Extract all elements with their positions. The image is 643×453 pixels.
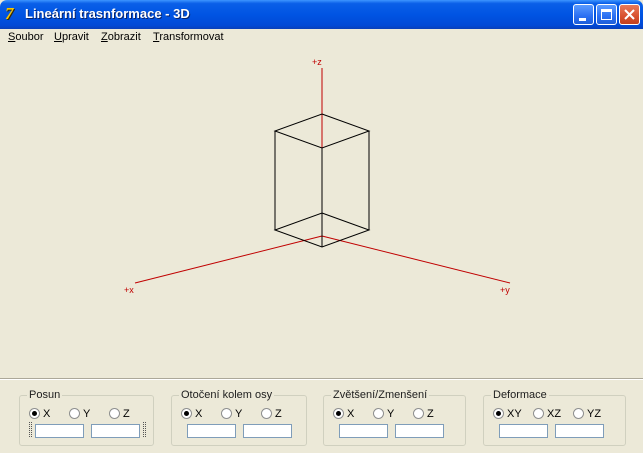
zvetseni-field-1[interactable] bbox=[339, 424, 388, 438]
y-axis bbox=[321, 235, 511, 284]
radio-label: Z bbox=[123, 408, 130, 420]
radio-dot bbox=[333, 408, 344, 419]
radio-dot bbox=[261, 408, 272, 419]
otoceni-input-2[interactable] bbox=[244, 425, 291, 438]
group-deformace-title: Deformace bbox=[491, 388, 549, 402]
radio-dot bbox=[69, 408, 80, 419]
focus-mark-right bbox=[143, 422, 146, 437]
menu-soubor[interactable]: Soubor bbox=[8, 30, 43, 44]
deformace-field-1[interactable] bbox=[499, 424, 548, 438]
menu-soubor-rest: oubor bbox=[15, 31, 44, 43]
group-posun-title: Posun bbox=[27, 388, 63, 402]
radio-label: Y bbox=[387, 408, 395, 420]
deformace-input-2[interactable] bbox=[556, 425, 603, 438]
radio-label: Z bbox=[275, 408, 282, 420]
close-button[interactable] bbox=[619, 4, 640, 25]
group-otoceni-title: Otočení kolem osy bbox=[179, 388, 275, 402]
minimize-icon bbox=[579, 18, 586, 21]
radio-label: YZ bbox=[587, 408, 602, 420]
menu-transformovat-rest: ransformovat bbox=[159, 31, 224, 43]
app-logo-icon[interactable]: 7 bbox=[5, 5, 22, 23]
zvetseni-field-2[interactable] bbox=[395, 424, 444, 438]
maximize-icon bbox=[601, 9, 612, 20]
menu-upravit[interactable]: Upravit bbox=[54, 30, 89, 44]
radio-label: Y bbox=[235, 408, 243, 420]
x-axis bbox=[134, 235, 323, 284]
panel-divider bbox=[0, 378, 643, 380]
radio-label: Y bbox=[83, 408, 91, 420]
otoceni-field-2[interactable] bbox=[243, 424, 292, 438]
radio-label: Z bbox=[427, 408, 434, 420]
menu-transformovat[interactable]: Transformovat bbox=[153, 30, 224, 44]
radio-label: X bbox=[43, 408, 51, 420]
drawing-canvas[interactable]: +z +x +y bbox=[0, 46, 643, 376]
radio-dot bbox=[413, 408, 424, 419]
radio-dot bbox=[573, 408, 584, 419]
radio-dot bbox=[181, 408, 192, 419]
posun-field-2[interactable] bbox=[91, 424, 140, 438]
deformace-field-2[interactable] bbox=[555, 424, 604, 438]
menu-zobrazit-accelerator: Z bbox=[101, 31, 108, 43]
group-otoceni: Otočení kolem osy X Y Z bbox=[171, 388, 307, 446]
maximize-button[interactable] bbox=[596, 4, 617, 25]
radio-dot bbox=[493, 408, 504, 419]
otoceni-input-1[interactable] bbox=[188, 425, 235, 438]
group-zvetseni: Zvětšení/Zmenšení X Y Z bbox=[323, 388, 466, 446]
zvetseni-input-2[interactable] bbox=[396, 425, 443, 438]
radio-dot bbox=[221, 408, 232, 419]
group-deformace: Deformace XY XZ YZ bbox=[483, 388, 626, 446]
x-axis-label: +x bbox=[124, 285, 134, 295]
menu-zobrazit-rest: obrazit bbox=[107, 31, 141, 43]
radio-label: XZ bbox=[547, 408, 562, 420]
axes: +z +x +y bbox=[124, 57, 510, 295]
y-axis-label: +y bbox=[500, 285, 510, 295]
posun-input-2[interactable] bbox=[92, 425, 139, 438]
radio-dot bbox=[109, 408, 120, 419]
radio-label: XY bbox=[507, 408, 522, 420]
group-posun: Posun X Y Z bbox=[19, 388, 154, 446]
minimize-button[interactable] bbox=[573, 4, 594, 25]
posun-field-1[interactable] bbox=[35, 424, 84, 438]
menu-upravit-accelerator: U bbox=[54, 31, 62, 43]
posun-input-1[interactable] bbox=[36, 425, 83, 438]
window-title: Lineární trasnformace - 3D bbox=[25, 6, 190, 21]
menu-zobrazit[interactable]: Zobrazit bbox=[101, 30, 141, 44]
group-zvetseni-title: Zvětšení/Zmenšení bbox=[331, 388, 430, 402]
radio-dot bbox=[373, 408, 384, 419]
title-bar[interactable]: 7 Lineární trasnformace - 3D bbox=[0, 0, 643, 29]
focus-mark-left bbox=[29, 422, 32, 437]
zvetseni-input-1[interactable] bbox=[340, 425, 387, 438]
radio-dot bbox=[29, 408, 40, 419]
close-icon bbox=[624, 9, 635, 20]
deformace-input-1[interactable] bbox=[500, 425, 547, 438]
radio-dot bbox=[533, 408, 544, 419]
menu-bar: Soubor Upravit Zobrazit Transformovat bbox=[0, 29, 643, 46]
z-axis-label: +z bbox=[312, 57, 322, 67]
radio-label: X bbox=[195, 408, 203, 420]
otoceni-field-1[interactable] bbox=[187, 424, 236, 438]
menu-upravit-rest: pravit bbox=[61, 31, 89, 43]
radio-label: X bbox=[347, 408, 355, 420]
